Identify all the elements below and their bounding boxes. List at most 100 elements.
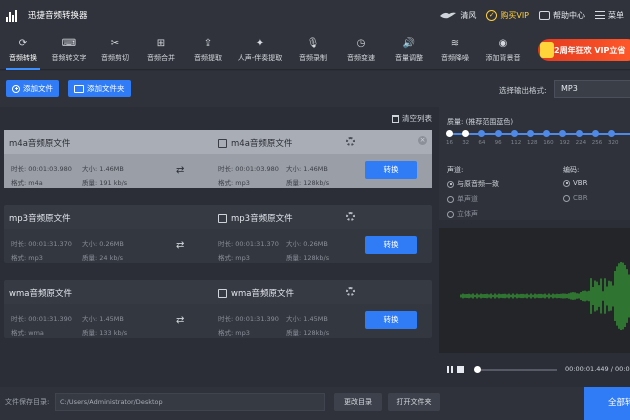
tool-label: 添加背景音 — [485, 53, 521, 62]
convert-button[interactable]: 转换 — [365, 236, 417, 254]
tool-microphone[interactable]: 🎙 音频录制 — [290, 30, 336, 70]
source-quality: 质量: 133 kb/s — [82, 329, 128, 337]
save-directory-field[interactable]: C:/Users/Administrator/Desktop — [55, 393, 325, 411]
username: 清风 — [460, 10, 477, 20]
extract-icon: ⇪ — [203, 37, 213, 49]
quality-tick-dot[interactable] — [543, 130, 551, 137]
output-file-name[interactable]: m4a音频原文件 — [218, 137, 292, 149]
shuffle-icon: ⇄ — [176, 315, 185, 326]
add-folder-button[interactable]: 添加文件夹 — [68, 80, 131, 97]
speed-icon: ◷ — [356, 37, 366, 49]
help-center-button[interactable]: 帮助中心 — [539, 10, 585, 21]
source-file-name: wma音频原文件 — [9, 289, 72, 299]
quality-tick-label: 16 — [446, 140, 453, 146]
menu-icon — [595, 11, 605, 19]
vip-icon: ✓ — [486, 9, 498, 21]
tool-label: 音频剪切 — [101, 53, 129, 62]
convert-all-button[interactable]: 全部转换 — [584, 387, 630, 420]
convert-button[interactable]: 转换 — [365, 161, 417, 179]
quality-tick-dot[interactable] — [591, 130, 599, 137]
titlebar-actions: 清风 ✓ 购买VIP 帮助中心 菜单 — [439, 0, 630, 30]
stop-icon[interactable] — [457, 366, 464, 373]
add-folder-label: 添加文件夹 — [87, 84, 125, 93]
tool-label: 音频录制 — [299, 53, 327, 62]
output-size: 大小: 1.45MB — [286, 315, 328, 323]
denoise-icon: ≋ — [450, 37, 460, 49]
clear-list-button[interactable]: 清空列表 — [392, 113, 432, 124]
channel-option-stereo[interactable]: 立体声 — [447, 209, 478, 219]
tool-merge[interactable]: ⊞ 音频合并 — [138, 30, 184, 70]
buy-vip-button[interactable]: ✓ 购买VIP — [486, 9, 529, 21]
output-file-name[interactable]: wma音频原文件 — [218, 287, 294, 299]
tool-bar: ◉ 添加背景音 ≋ 音频降噪 🔊 音量调整 ◷ 音频变速 🎙 音频录制 ✦ 人声-伴奏提取 ⇪ 音频提取 ⊞… — [0, 30, 630, 70]
pause-icon[interactable] — [447, 366, 453, 373]
add-file-button[interactable]: 添加文件 — [6, 80, 59, 97]
quality-slider-track[interactable] — [449, 133, 630, 135]
plus-icon — [12, 84, 20, 93]
tool-speed[interactable]: ◷ 音频变速 — [338, 30, 384, 70]
quality-tick-dot[interactable] — [462, 130, 470, 137]
quality-tick-dot[interactable] — [478, 130, 486, 137]
output-quality: 质量: 128kb/s — [286, 329, 330, 337]
channel-option-original[interactable]: 与原音频一致 — [447, 179, 499, 189]
quality-tick-label: 320 — [608, 140, 619, 146]
channel-option-mono[interactable]: 单声道 — [447, 194, 478, 204]
folder-icon — [74, 84, 84, 93]
file-card[interactable]: m4a音频原文件 m4a音频原文件 × 时长: 00:01:03.980 大小: 1.4… — [4, 130, 432, 188]
output-format-select[interactable]: MP3 — [554, 80, 630, 98]
user-account[interactable]: 清风 — [439, 10, 476, 21]
gear-icon[interactable] — [346, 137, 355, 146]
quality-tick-dot[interactable] — [446, 130, 453, 137]
encoding-option-cbr[interactable]: CBR — [563, 194, 588, 202]
action-bar: 添加文件 添加文件夹 选择输出格式: MP3 — [0, 71, 630, 107]
file-card[interactable]: mp3音频原文件 mp3音频原文件 时长: 00:01:31.370 大小: 0.26… — [4, 205, 432, 263]
gear-icon[interactable] — [346, 212, 355, 221]
open-folder-button[interactable]: 打开文件夹 — [388, 393, 440, 411]
output-file-name[interactable]: mp3音频原文件 — [218, 212, 293, 224]
quality-tick-dot[interactable] — [575, 130, 583, 137]
file-card[interactable]: wma音频原文件 wma音频原文件 时长: 00:01:31.390 大小: 1.45… — [4, 280, 432, 338]
tool-vocal-extract[interactable]: ✦ 人声-伴奏提取 — [232, 30, 288, 70]
quality-tick-dot[interactable] — [608, 130, 615, 137]
output-format: 格式: mp3 — [218, 179, 250, 187]
radio-icon — [447, 195, 454, 203]
tool-volume[interactable]: 🔊 音量调整 — [386, 30, 432, 70]
promo-banner[interactable]: 2周年狂欢 VIP立省 — [538, 39, 630, 61]
convert-button[interactable]: 转换 — [365, 311, 417, 329]
quality-tick-label: 64 — [478, 140, 486, 146]
tool-scissors[interactable]: ✂ 音频剪切 — [92, 30, 138, 70]
tool-denoise[interactable]: ≋ 音频降噪 — [432, 30, 478, 70]
gear-icon[interactable] — [346, 287, 355, 296]
encoding-option-label: CBR — [573, 194, 588, 202]
microphone-icon: 🎙 — [306, 37, 320, 49]
channel-option-label: 立体声 — [457, 210, 478, 218]
quality-tick-dot[interactable] — [527, 130, 534, 137]
tool-extract[interactable]: ⇪ 音频提取 — [185, 30, 231, 70]
output-size: 大小: 1.46MB — [286, 165, 328, 173]
seek-bar[interactable] — [475, 369, 557, 371]
seek-handle[interactable] — [474, 366, 481, 373]
encoding-option-vbr[interactable]: VBR — [563, 179, 587, 187]
tool-label: 人声-伴奏提取 — [237, 53, 283, 62]
source-quality: 质量: 191 kb/s — [82, 179, 128, 187]
tool-speech-to-text[interactable]: ⌨ 音频转文字 — [46, 30, 92, 70]
close-icon[interactable]: × — [418, 136, 427, 145]
source-duration: 时长: 00:01:31.390 — [11, 315, 72, 323]
app-window: 迅捷音频转换器 清风 ✓ 购买VIP 帮助中心 菜单 ◉ 添加背景音 ≋ 音频降噪 🔊 音… — [0, 0, 630, 420]
output-file-name-label: wma音频原文件 — [231, 289, 294, 299]
change-directory-button[interactable]: 更改目录 — [334, 393, 382, 411]
encoding-label: 编码: — [563, 166, 580, 174]
quality-tick-dot[interactable] — [494, 130, 502, 137]
tool-background-music[interactable]: ◉ 添加背景音 — [480, 30, 526, 70]
quality-tick-label: 192 — [559, 140, 570, 146]
save-directory-label: 文件保存目录: — [5, 398, 50, 406]
quality-tick-label: 256 — [591, 140, 603, 146]
quality-tick-dot[interactable] — [559, 130, 567, 137]
quality-tick-dot[interactable] — [510, 130, 518, 137]
file-list: 清空列表 m4a音频原文件 m4a音频原文件 × 时长: 00:01:03.980 大小… — [0, 107, 437, 387]
tool-convert[interactable]: ⟳ 音频转换 — [0, 30, 46, 70]
quality-tick-label: 32 — [462, 140, 470, 146]
menu-button[interactable]: 菜单 — [595, 10, 624, 21]
promo-label: 2周年狂欢 VIP立省 — [554, 45, 626, 55]
output-file-name-label: mp3音频原文件 — [231, 214, 293, 224]
